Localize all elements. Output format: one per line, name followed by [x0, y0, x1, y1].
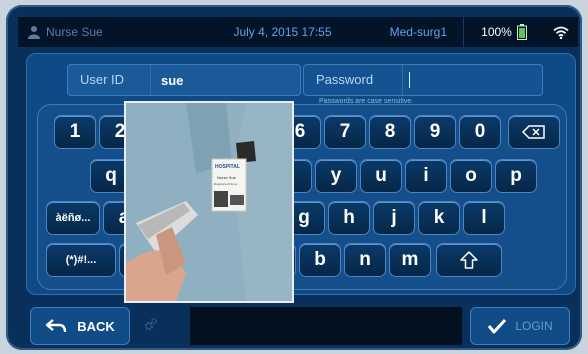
key-l[interactable]: l	[463, 201, 505, 235]
datetime: July 4, 2015 17:55	[233, 25, 332, 39]
key-8[interactable]: 8	[369, 115, 411, 149]
login-label: LOGIN	[515, 319, 553, 333]
password-field[interactable]: Password	[303, 64, 543, 96]
wifi-status	[544, 26, 578, 39]
back-button[interactable]: BACK	[30, 307, 130, 345]
battery-icon	[516, 24, 527, 40]
key-accents[interactable]: àëñø...	[46, 201, 100, 235]
user-id-label: User ID	[68, 65, 151, 95]
back-label: BACK	[77, 318, 115, 334]
checkmark-icon	[488, 318, 507, 334]
user-id-value: sue	[161, 72, 184, 88]
gear-icon	[145, 317, 158, 330]
key-k[interactable]: k	[418, 201, 460, 235]
key-0[interactable]: 0	[459, 115, 501, 149]
key-7[interactable]: 7	[324, 115, 366, 149]
key-i[interactable]: i	[405, 159, 447, 193]
current-user: Nurse Sue	[18, 25, 188, 39]
key-p[interactable]: p	[495, 159, 537, 193]
text-cursor	[409, 72, 410, 88]
login-button[interactable]: LOGIN	[470, 307, 570, 345]
key-b[interactable]: b	[299, 243, 341, 277]
key-y[interactable]: y	[315, 159, 357, 193]
battery-percent: 100%	[481, 25, 512, 39]
nurse-scanning-badge-illustration	[126, 103, 292, 301]
badge-scan-photo: HOSPITAL Nurse Sue Registered Nurse	[124, 101, 294, 303]
backspace-icon	[522, 125, 545, 139]
password-label: Password	[304, 65, 403, 95]
key-m[interactable]: m	[389, 243, 431, 277]
login-panel: User ID sue Password Passwords are case …	[26, 53, 576, 295]
settings-button[interactable]	[140, 313, 162, 335]
key-1[interactable]: 1	[54, 115, 96, 149]
user-id-field[interactable]: User ID sue	[67, 64, 301, 96]
backspace-key[interactable]	[508, 115, 560, 149]
bottom-bar: BACK LOGIN	[6, 299, 582, 350]
badge-role-text: Registered Nurse	[214, 182, 238, 186]
device-screen: Nurse Sue July 4, 2015 17:55 Med-surg1 1…	[6, 5, 582, 350]
key-h[interactable]: h	[328, 201, 370, 235]
key-9[interactable]: 9	[414, 115, 456, 149]
message-area	[190, 307, 462, 345]
shift-icon	[460, 251, 478, 269]
badge-name-text: Nurse Sue	[217, 175, 236, 180]
shift-key[interactable]	[436, 243, 502, 277]
key-j[interactable]: j	[373, 201, 415, 235]
key-n[interactable]: n	[344, 243, 386, 277]
key-u[interactable]: u	[360, 159, 402, 193]
on-screen-keyboard: 1 2 3 4 5 6 7 8 9 0 q w e r t y u i	[37, 104, 567, 290]
person-icon	[28, 26, 40, 39]
unit-name: Med-surg1	[389, 25, 447, 39]
wifi-icon	[553, 26, 569, 39]
back-arrow-icon	[46, 319, 67, 333]
key-o[interactable]: o	[450, 159, 492, 193]
user-name: Nurse Sue	[46, 25, 103, 39]
status-bar: Nurse Sue July 4, 2015 17:55 Med-surg1 1…	[18, 17, 578, 47]
battery-status: 100%	[463, 17, 544, 47]
key-symbols[interactable]: (*)#!...	[46, 243, 116, 277]
badge-header-text: HOSPITAL	[215, 164, 240, 170]
